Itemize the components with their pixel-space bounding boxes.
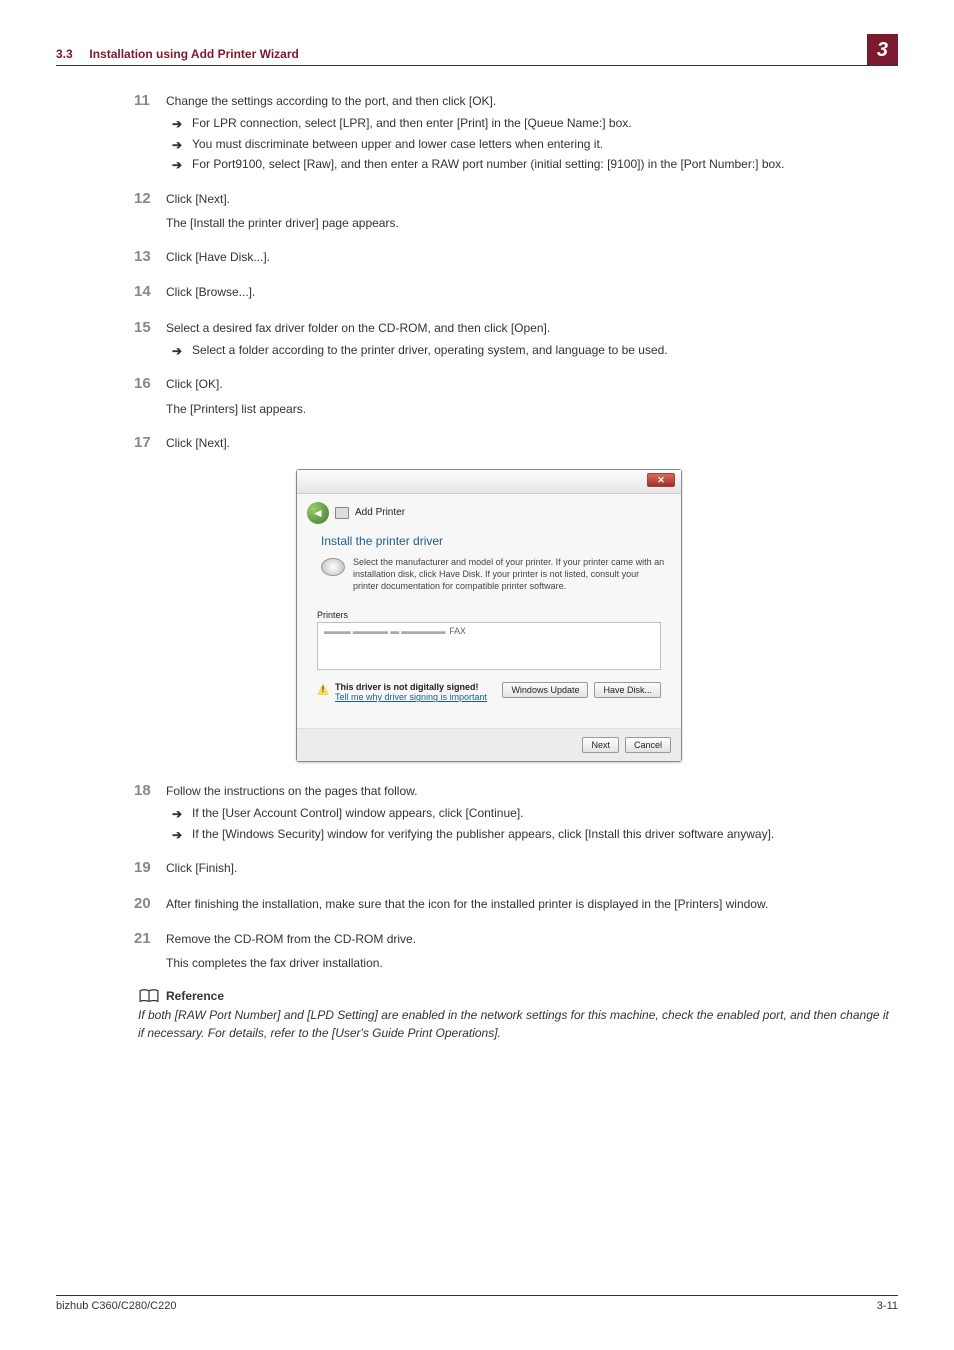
step-number: 12 bbox=[134, 190, 166, 207]
step-desc: This completes the fax driver installati… bbox=[166, 954, 898, 972]
warning-text: This driver is not digitally signed! bbox=[335, 682, 487, 692]
printer-item: FAX bbox=[449, 626, 465, 636]
next-button[interactable]: Next bbox=[582, 737, 619, 753]
step-text: Click [Next]. bbox=[166, 190, 230, 209]
step-number: 21 bbox=[134, 930, 166, 947]
step-number: 17 bbox=[134, 434, 166, 451]
dialog-breadcrumb: Add Printer bbox=[355, 507, 405, 518]
step-sub: For Port9100, select [Raw], and then ent… bbox=[192, 155, 898, 174]
arrow-icon: ➔ bbox=[172, 117, 192, 131]
page-footer: bizhub C360/C280/C220 3-11 bbox=[56, 1295, 898, 1312]
step-text: Change the settings according to the por… bbox=[166, 92, 496, 111]
warning-icon: ! bbox=[317, 683, 329, 695]
step-number: 20 bbox=[134, 895, 166, 912]
arrow-icon: ➔ bbox=[172, 828, 192, 842]
printer-item-prefix: ▬▬▬ ▬▬▬▬ ▬ ▬▬▬▬▬ bbox=[324, 626, 445, 636]
step-text: Select a desired fax driver folder on th… bbox=[166, 319, 550, 338]
step-number: 14 bbox=[134, 283, 166, 300]
printer-icon bbox=[335, 507, 349, 519]
page-header: 3.3 Installation using Add Printer Wizar… bbox=[56, 30, 898, 66]
printers-label: Printers bbox=[317, 610, 661, 620]
arrow-icon: ➔ bbox=[172, 158, 192, 172]
section-title: Installation using Add Printer Wizard bbox=[89, 47, 298, 61]
step-text: Follow the instructions on the pages tha… bbox=[166, 782, 417, 801]
step-number: 11 bbox=[134, 92, 166, 109]
arrow-icon: ➔ bbox=[172, 807, 192, 821]
step-number: 13 bbox=[134, 248, 166, 265]
back-icon[interactable]: ◄ bbox=[307, 502, 329, 524]
footer-right: 3-11 bbox=[877, 1300, 898, 1312]
step-text: After finishing the installation, make s… bbox=[166, 895, 768, 914]
disc-icon bbox=[321, 558, 345, 576]
dialog-title: Install the printer driver bbox=[321, 534, 667, 548]
arrow-icon: ➔ bbox=[172, 138, 192, 152]
step-sub: Select a folder according to the printer… bbox=[192, 341, 898, 360]
step-text: Click [Have Disk...]. bbox=[166, 248, 270, 267]
reference-icon bbox=[138, 988, 160, 1004]
step-number: 19 bbox=[134, 859, 166, 876]
cancel-button[interactable]: Cancel bbox=[625, 737, 671, 753]
close-icon[interactable]: ✕ bbox=[647, 473, 675, 487]
chapter-tab: 3 bbox=[867, 34, 898, 65]
step-sub: You must discriminate between upper and … bbox=[192, 135, 898, 154]
step-desc: The [Install the printer driver] page ap… bbox=[166, 214, 898, 232]
step-sub: If the [Windows Security] window for ver… bbox=[192, 825, 898, 844]
footer-left: bizhub C360/C280/C220 bbox=[56, 1300, 176, 1312]
step-sub: If the [User Account Control] window app… bbox=[192, 804, 898, 823]
have-disk-button[interactable]: Have Disk... bbox=[594, 682, 661, 698]
arrow-icon: ➔ bbox=[172, 344, 192, 358]
step-text: Remove the CD-ROM from the CD-ROM drive. bbox=[166, 930, 416, 949]
windows-update-button[interactable]: Windows Update bbox=[502, 682, 588, 698]
step-text: Click [OK]. bbox=[166, 375, 223, 394]
section-number: 3.3 bbox=[56, 47, 73, 61]
step-desc: The [Printers] list appears. bbox=[166, 400, 898, 418]
step-text: Click [Finish]. bbox=[166, 859, 237, 878]
step-text: Click [Browse...]. bbox=[166, 283, 255, 302]
step-number: 16 bbox=[134, 375, 166, 392]
warning-link[interactable]: Tell me why driver signing is important bbox=[335, 692, 487, 702]
printers-list[interactable]: ▬▬▬ ▬▬▬▬ ▬ ▬▬▬▬▬ FAX bbox=[317, 622, 661, 670]
reference-text: If both [RAW Port Number] and [LPD Setti… bbox=[138, 1006, 898, 1042]
step-text: Click [Next]. bbox=[166, 434, 230, 453]
add-printer-dialog: ✕ ◄ Add Printer Install the printer driv… bbox=[296, 469, 682, 762]
step-number: 18 bbox=[134, 782, 166, 799]
dialog-info: Select the manufacturer and model of you… bbox=[353, 556, 667, 592]
step-sub: For LPR connection, select [LPR], and th… bbox=[192, 114, 898, 133]
dialog-titlebar: ✕ bbox=[297, 470, 681, 494]
step-number: 15 bbox=[134, 319, 166, 336]
reference-title: Reference bbox=[166, 989, 224, 1003]
